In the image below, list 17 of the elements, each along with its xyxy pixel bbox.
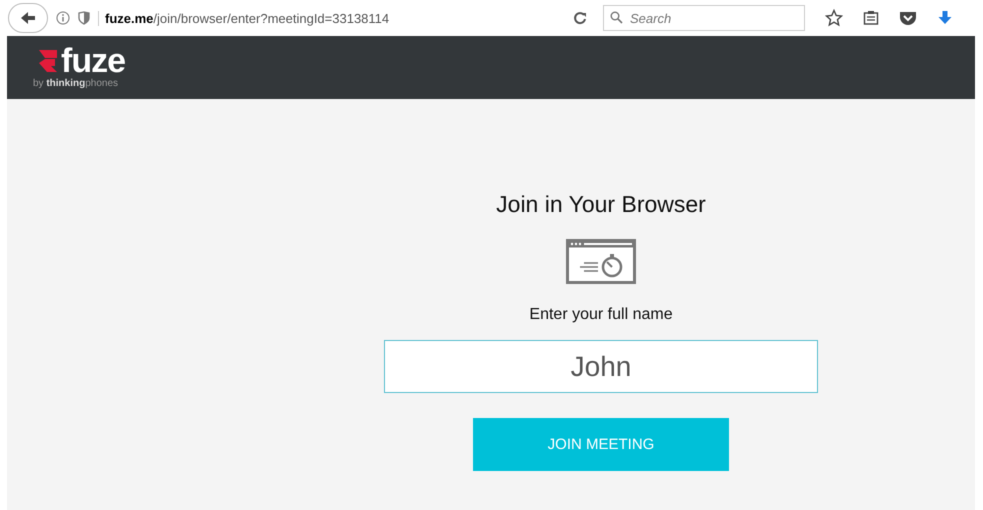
- info-icon[interactable]: [56, 11, 70, 25]
- logo-tagline: by thinkingphones: [33, 78, 120, 89]
- page-title: Join in Your Browser: [496, 191, 706, 218]
- download-icon[interactable]: [937, 10, 953, 26]
- logo-wordmark: fuze: [61, 46, 125, 76]
- reading-list-icon[interactable]: [863, 10, 879, 26]
- browser-stopwatch-icon: [566, 239, 636, 284]
- reload-icon[interactable]: [573, 11, 587, 25]
- name-field[interactable]: John: [384, 340, 818, 393]
- star-icon[interactable]: [825, 9, 843, 27]
- back-arrow-icon: [19, 10, 37, 26]
- search-field[interactable]: Search: [603, 5, 805, 31]
- pocket-icon[interactable]: [899, 10, 917, 26]
- shield-icon[interactable]: [78, 11, 90, 25]
- back-button[interactable]: [8, 3, 48, 33]
- name-label: Enter your full name: [529, 306, 673, 324]
- address-bar[interactable]: fuze.me/join/browser/enter?meetingId=33138114: [105, 10, 573, 26]
